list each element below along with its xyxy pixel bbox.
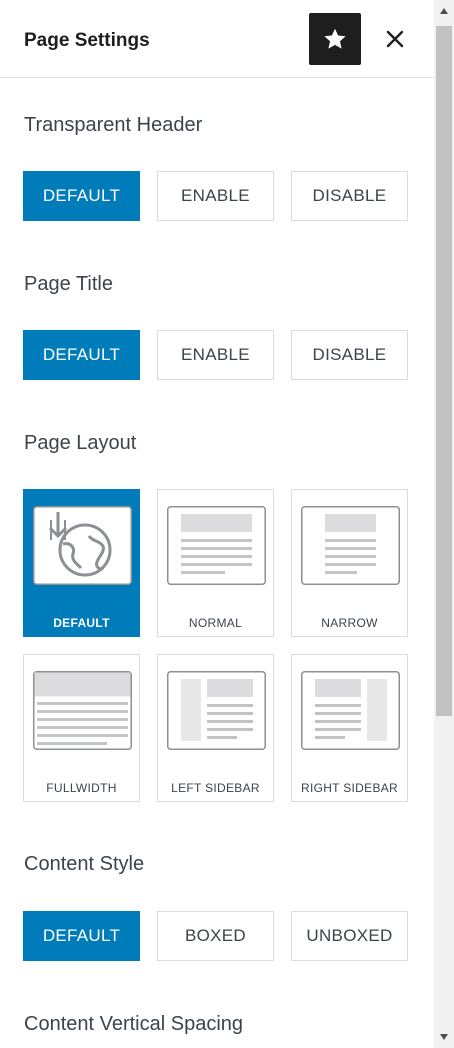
content-vertical-spacing-title: Content Vertical Spacing xyxy=(24,1013,244,1035)
content-style-title: Content Style xyxy=(24,853,145,875)
layout-fullwidth-label: FULLWIDTH xyxy=(46,781,117,795)
panel-header: Page Settings xyxy=(0,0,434,78)
layout-narrow-icon xyxy=(301,506,400,585)
panel-title: Page Settings xyxy=(24,30,150,51)
scroll-down-arrow-icon xyxy=(440,1034,448,1040)
content-style-options: DEFAULT BOXED UNBOXED xyxy=(23,911,408,961)
layout-default-label: DEFAULT xyxy=(53,616,110,630)
content-style-boxed-button[interactable]: BOXED xyxy=(157,911,274,961)
favorite-button[interactable] xyxy=(309,13,361,65)
layout-right-sidebar-tile[interactable]: RIGHT SIDEBAR xyxy=(291,654,408,802)
transparent-header-options: DEFAULT ENABLE DISABLE xyxy=(23,171,408,221)
content-style-unboxed-button[interactable]: UNBOXED xyxy=(291,911,408,961)
page-title-enable-button[interactable]: ENABLE xyxy=(157,330,274,380)
vertical-scrollbar[interactable] xyxy=(434,0,454,1048)
transparent-header-disable-button[interactable]: DISABLE xyxy=(291,171,408,221)
layout-normal-tile[interactable]: NORMAL xyxy=(157,489,274,637)
layout-left-sidebar-icon xyxy=(167,671,266,750)
layout-fullwidth-tile[interactable]: FULLWIDTH xyxy=(23,654,140,802)
scrollbar-thumb[interactable] xyxy=(436,26,452,716)
scroll-down-button[interactable] xyxy=(434,1030,454,1044)
transparent-header-default-button[interactable]: DEFAULT xyxy=(23,171,140,221)
scroll-up-arrow-icon xyxy=(440,8,448,14)
transparent-header-enable-button[interactable]: ENABLE xyxy=(157,171,274,221)
page-layout-options: DEFAULT NORMAL NARROW FULLWIDTH LEFT SID… xyxy=(23,489,408,819)
page-title-disable-button[interactable]: DISABLE xyxy=(291,330,408,380)
page-title-section-title: Page Title xyxy=(24,273,113,295)
layout-default-tile[interactable]: DEFAULT xyxy=(23,489,140,637)
star-icon xyxy=(324,28,346,49)
layout-normal-icon xyxy=(167,506,266,585)
layout-narrow-label: NARROW xyxy=(321,616,378,630)
scroll-up-button[interactable] xyxy=(434,4,454,18)
page-title-default-button[interactable]: DEFAULT xyxy=(23,330,140,380)
layout-fullwidth-icon xyxy=(33,671,132,750)
content-style-default-button[interactable]: DEFAULT xyxy=(23,911,140,961)
page-title-options: DEFAULT ENABLE DISABLE xyxy=(23,330,408,380)
layout-normal-label: NORMAL xyxy=(188,616,243,630)
close-icon xyxy=(386,30,404,48)
globe-download-icon xyxy=(33,506,132,585)
layout-left-sidebar-tile[interactable]: LEFT SIDEBAR xyxy=(157,654,274,802)
layout-narrow-tile[interactable]: NARROW xyxy=(291,489,408,637)
layout-right-sidebar-icon xyxy=(301,671,400,750)
close-button[interactable] xyxy=(378,22,412,56)
transparent-header-title: Transparent Header xyxy=(24,114,203,136)
page-settings-panel: Page Settings Transparent Header DEFAULT… xyxy=(0,0,434,1048)
layout-right-sidebar-label: RIGHT SIDEBAR xyxy=(300,781,399,795)
page-layout-title: Page Layout xyxy=(24,432,137,454)
layout-left-sidebar-label: LEFT SIDEBAR xyxy=(171,781,260,795)
